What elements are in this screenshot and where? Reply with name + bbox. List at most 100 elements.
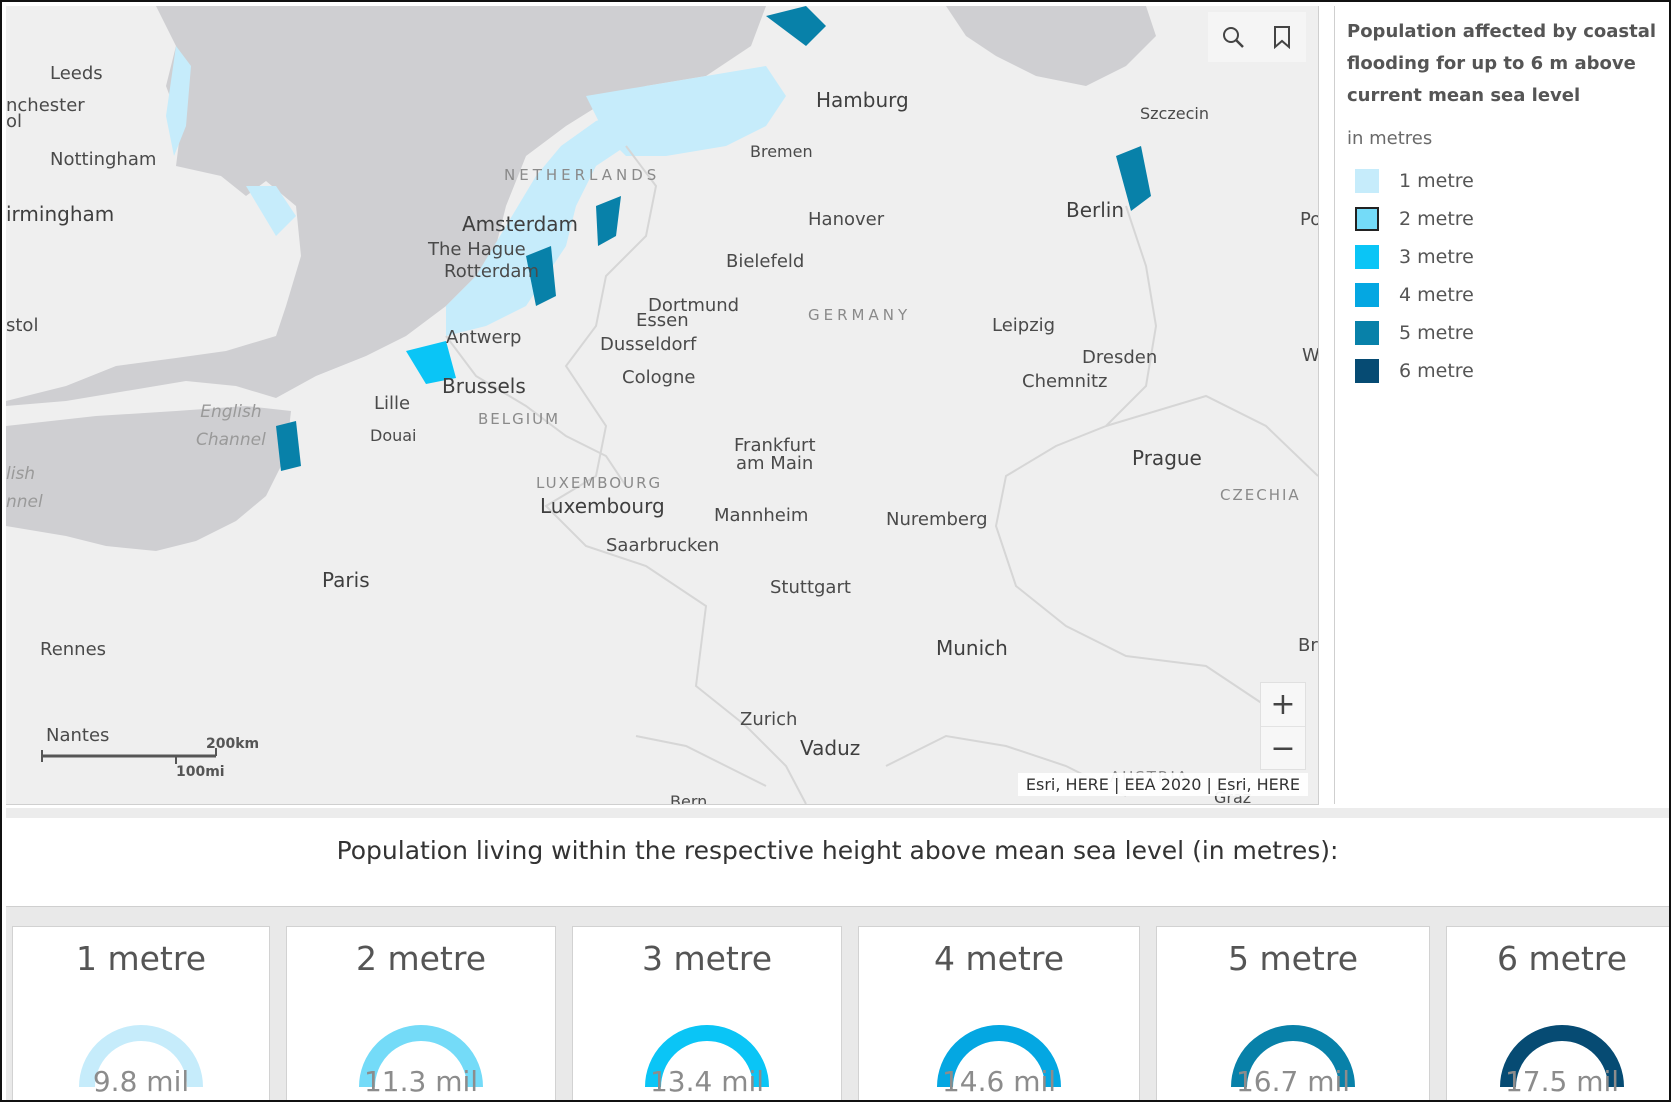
legend-item-label: 4 metre <box>1399 284 1474 306</box>
scale-label-km: 200km <box>206 736 260 752</box>
zoom-out-button[interactable]: − <box>1261 726 1305 770</box>
city-label-leipzig: Leipzig <box>992 315 1056 336</box>
city-label-cologne: Cologne <box>622 367 696 388</box>
zoom-control: + − <box>1260 682 1306 770</box>
city-label-nottingham: Nottingham <box>50 149 157 170</box>
water-label-edge: lish nnel <box>6 460 43 516</box>
city-label-nuremberg: Nuremberg <box>886 509 988 530</box>
water-label-edge-2: nnel <box>6 492 43 512</box>
city-label-vaduz: Vaduz <box>800 736 861 760</box>
app-frame: Leeds nchester ol Nottingham irmingham s… <box>0 0 1671 1102</box>
water-label-english-channel: English Channel <box>196 398 266 454</box>
gauge-card-title: 6 metre <box>1496 939 1628 978</box>
city-label-edge-p: Po <box>1300 209 1318 230</box>
search-icon[interactable] <box>1216 20 1250 54</box>
water-label-line-2: Channel <box>196 430 266 450</box>
legend-item-label: 5 metre <box>1399 322 1474 344</box>
gauge-card-value: 11.3 mil <box>363 1065 479 1098</box>
city-label-douai: Douai <box>370 426 417 445</box>
map-view[interactable]: Leeds nchester ol Nottingham irmingham s… <box>6 6 1319 805</box>
country-label-belgium: BELGIUM <box>478 410 561 428</box>
legend-item: 2 metre <box>1355 204 1474 234</box>
gauge-card: 1 metre 9.8 mil <box>12 926 270 1100</box>
gauge-card: 4 metre 14.6 mil <box>858 926 1140 1100</box>
legend-swatch <box>1355 359 1379 383</box>
gauge-card: 2 metre 11.3 mil <box>286 926 556 1100</box>
city-label-luxembourg: Luxembourg <box>540 494 665 518</box>
city-label-birmingham: irmingham <box>6 202 115 226</box>
city-label-rennes: Rennes <box>40 639 107 660</box>
caption-text: Population living within the respective … <box>336 836 1339 865</box>
city-label-hanover: Hanover <box>808 209 885 230</box>
legend-item-label: 3 metre <box>1399 246 1474 268</box>
legend-item: 5 metre <box>1355 318 1474 348</box>
city-label-edge-br: Br <box>1298 635 1318 656</box>
gauge-card-value: 14.6 mil <box>941 1065 1057 1098</box>
legend-item: 6 metre <box>1355 356 1474 386</box>
city-label-dresden: Dresden <box>1082 347 1158 368</box>
legend-swatch <box>1355 245 1379 269</box>
map-attribution[interactable]: Esri, HERE | EEA 2020 | Esri, HERE <box>1017 773 1308 796</box>
country-label-luxembourg: LUXEMBOURG <box>536 474 663 492</box>
city-label-paris: Paris <box>322 568 370 592</box>
gauge-card-title: 1 metre <box>75 939 207 978</box>
city-label-essen: Essen <box>636 310 689 331</box>
gauge-card-value: 13.4 mil <box>649 1065 765 1098</box>
city-label-hamburg: Hamburg <box>816 88 909 112</box>
city-label-zurich: Zurich <box>740 709 798 730</box>
bookmark-icon[interactable] <box>1265 20 1299 54</box>
gauge-card-value: 17.5 mil <box>1504 1065 1620 1098</box>
city-label-am-main: am Main <box>736 453 814 474</box>
gauge-card-title: 2 metre <box>355 939 487 978</box>
city-label-bern: Bern <box>670 792 708 805</box>
city-label-lille: Lille <box>374 393 411 414</box>
legend-subtitle: in metres <box>1347 128 1433 149</box>
gauge-card-title: 5 metre <box>1227 939 1359 978</box>
city-label-chemnitz: Chemnitz <box>1022 371 1108 392</box>
legend-title: Population affected by coastal flooding … <box>1347 21 1657 106</box>
legend-item-label: 6 metre <box>1399 360 1474 382</box>
zoom-in-button[interactable]: + <box>1261 683 1305 726</box>
panel-divider <box>6 808 1669 818</box>
legend-panel: Population affected by coastal flooding … <box>1334 6 1669 804</box>
city-label-amsterdam: Amsterdam <box>462 212 579 236</box>
legend-item: 1 metre <box>1355 166 1474 196</box>
gauge-card: 3 metre 13.4 mil <box>572 926 842 1100</box>
city-label-mannheim: Mannheim <box>714 505 809 526</box>
city-label-berlin: Berlin <box>1066 198 1125 222</box>
gauge-card: 6 metre 17.5 mil <box>1446 926 1669 1100</box>
city-label-bristol: stol <box>6 315 39 336</box>
caption-panel: Population living within the respective … <box>6 818 1669 907</box>
city-label-dusseldorf: Dusseldorf <box>600 334 697 355</box>
city-label-szczecin: Szczecin <box>1140 104 1209 123</box>
city-label-bremen: Bremen <box>750 142 813 161</box>
map-toolbar <box>1208 12 1306 62</box>
gauge-card-value: 9.8 mil <box>92 1065 190 1098</box>
city-label-munich: Munich <box>936 636 1008 660</box>
legend-swatch <box>1355 207 1379 231</box>
city-label-leeds: Leeds <box>50 63 103 84</box>
city-label-rotterdam: Rotterdam <box>444 261 539 282</box>
water-label-edge-1: lish <box>6 464 36 484</box>
legend-swatch <box>1355 169 1379 193</box>
gauge-card: 5 metre 16.7 mil <box>1156 926 1430 1100</box>
city-label-the-hague: The Hague <box>428 239 526 260</box>
legend-swatch <box>1355 283 1379 307</box>
gauge-card-value: 16.7 mil <box>1235 1065 1351 1098</box>
country-label-germany: GERMANY <box>808 306 912 324</box>
country-label-czechia: CZECHIA <box>1220 486 1301 504</box>
city-label-prague: Prague <box>1132 446 1202 470</box>
city-label-saarbrucken: Saarbrucken <box>606 535 720 556</box>
city-label-bielefeld: Bielefeld <box>726 251 805 272</box>
legend-item: 3 metre <box>1355 242 1474 272</box>
scale-bar: 200km 100mi <box>36 736 259 780</box>
legend-item-label: 2 metre <box>1399 208 1474 230</box>
city-label-brussels: Brussels <box>442 374 526 398</box>
scale-label-mi: 100mi <box>176 764 225 780</box>
city-label-liverpool: ol <box>6 111 23 132</box>
legend-item: 4 metre <box>1355 280 1474 310</box>
city-label-stuttgart: Stuttgart <box>770 577 851 598</box>
gauge-card-title: 3 metre <box>641 939 773 978</box>
city-label-antwerp: Antwerp <box>446 327 522 348</box>
country-label-netherlands: NETHERLANDS <box>504 166 661 184</box>
